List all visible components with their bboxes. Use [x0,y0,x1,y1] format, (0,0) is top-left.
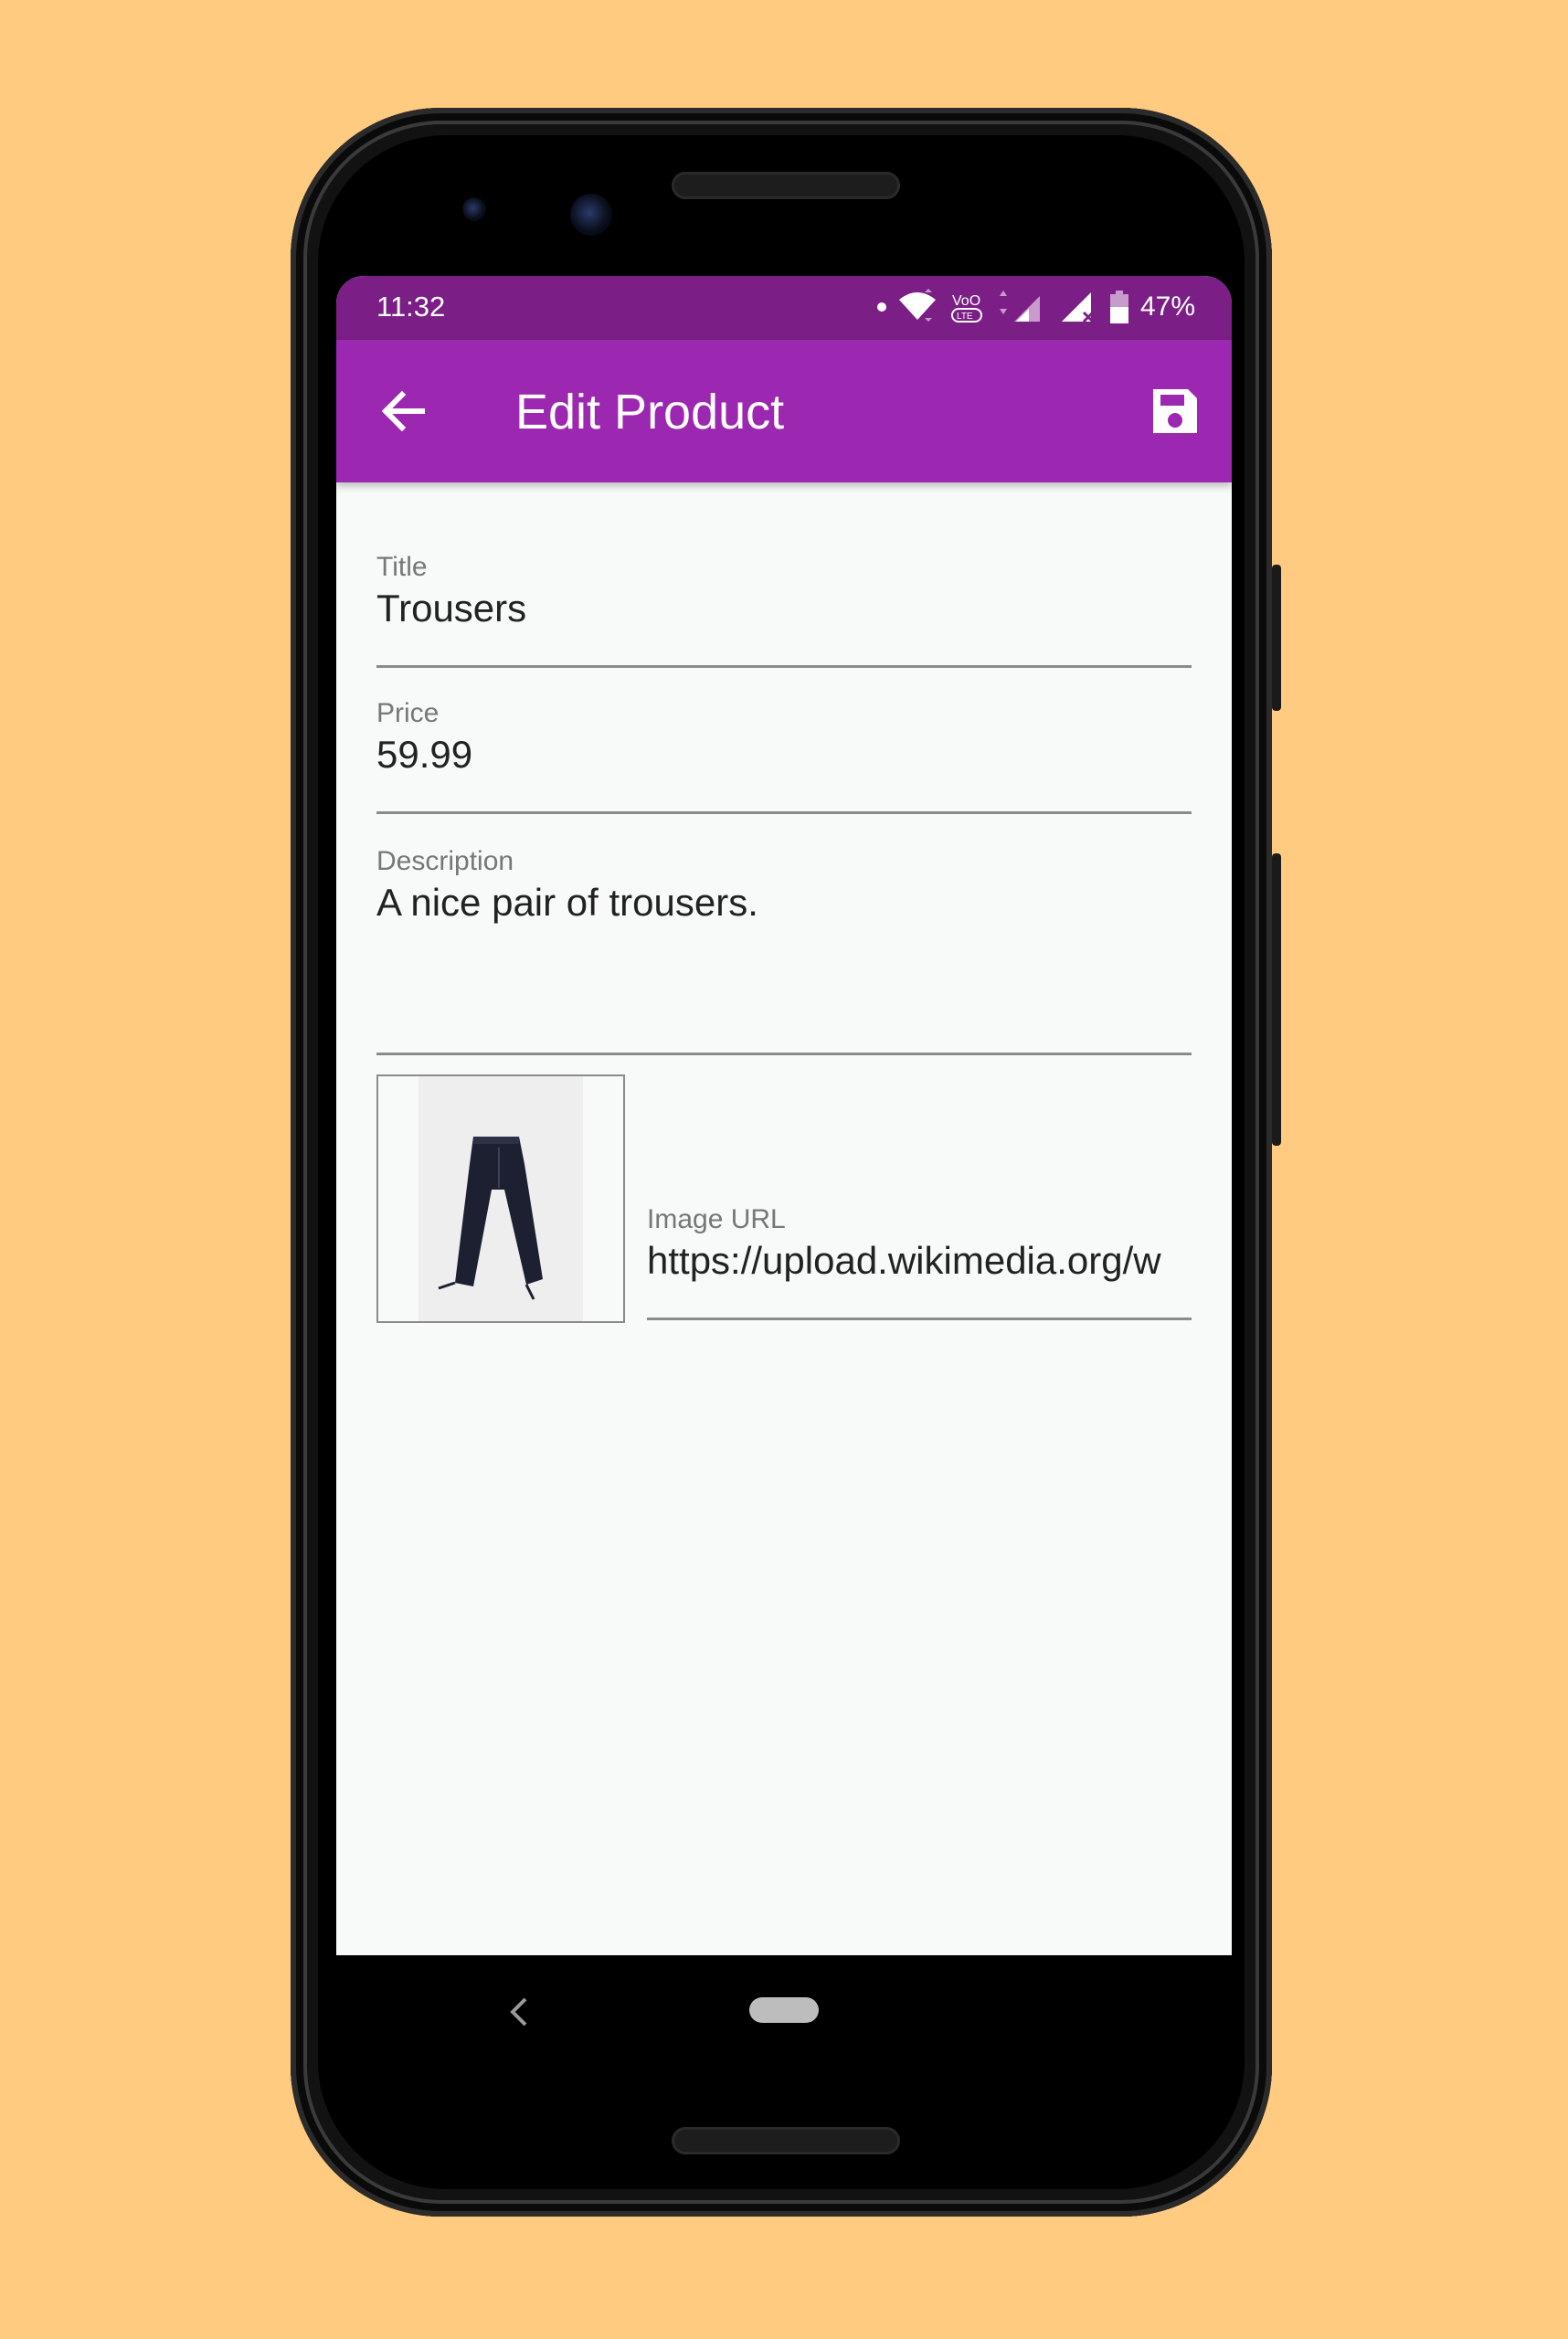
title-label: Title [376,552,428,582]
wifi-icon [898,289,936,322]
top-speaker [672,172,900,199]
app-screen: 11:32 VoO LTE 47% Edit Product Title Tro… [336,276,1232,1955]
status-time: 11:32 [376,291,446,323]
bottom-speaker [672,2127,900,2154]
battery-icon [1109,291,1128,323]
description-underline [376,1053,1192,1055]
front-camera [462,197,486,221]
image-preview [376,1074,625,1323]
power-button [1272,565,1281,711]
arrow-back-icon[interactable] [376,384,431,439]
status-icons: VoO LTE 47% [876,289,1195,325]
battery-percent: 47% [1139,291,1195,322]
image-url-label: Image URL [647,1204,786,1234]
image-url-underline [647,1318,1192,1320]
description-input[interactable]: A nice pair of trousers. [376,881,1192,925]
app-bar: Edit Product [336,340,1232,482]
save-icon[interactable] [1150,386,1201,437]
image-url-input[interactable]: https://upload.wikimedia.org/w [647,1239,1192,1283]
description-label: Description [376,846,514,876]
notification-dot-icon [876,302,886,312]
front-camera-secondary [570,194,612,236]
volume-button [1272,853,1281,1146]
page-title: Edit Product [515,385,785,439]
description-field[interactable]: Description A nice pair of trousers. [376,846,1192,1065]
price-label: Price [376,698,440,728]
title-underline [376,665,1192,668]
svg-text:VoO: VoO [952,293,980,309]
signal-no-service-icon [1061,292,1095,323]
price-input[interactable]: 59.99 [376,733,1192,777]
price-field[interactable]: Price 59.99 [376,698,1192,835]
image-url-field[interactable]: Image URL https://upload.wikimedia.org/w [647,1204,1192,1332]
svg-text:LTE: LTE [957,312,973,322]
nav-home-pill[interactable] [749,1997,819,2023]
signal-icon [999,291,1040,322]
status-bar: 11:32 VoO LTE 47% [336,276,1232,340]
trousers-image [438,1137,543,1300]
price-underline [376,811,1192,814]
nav-back-icon[interactable] [505,1994,533,2030]
title-field[interactable]: Title Trousers [376,552,1192,689]
title-input[interactable]: Trousers [376,587,1192,630]
volte-icon: VoO LTE [950,293,982,323]
